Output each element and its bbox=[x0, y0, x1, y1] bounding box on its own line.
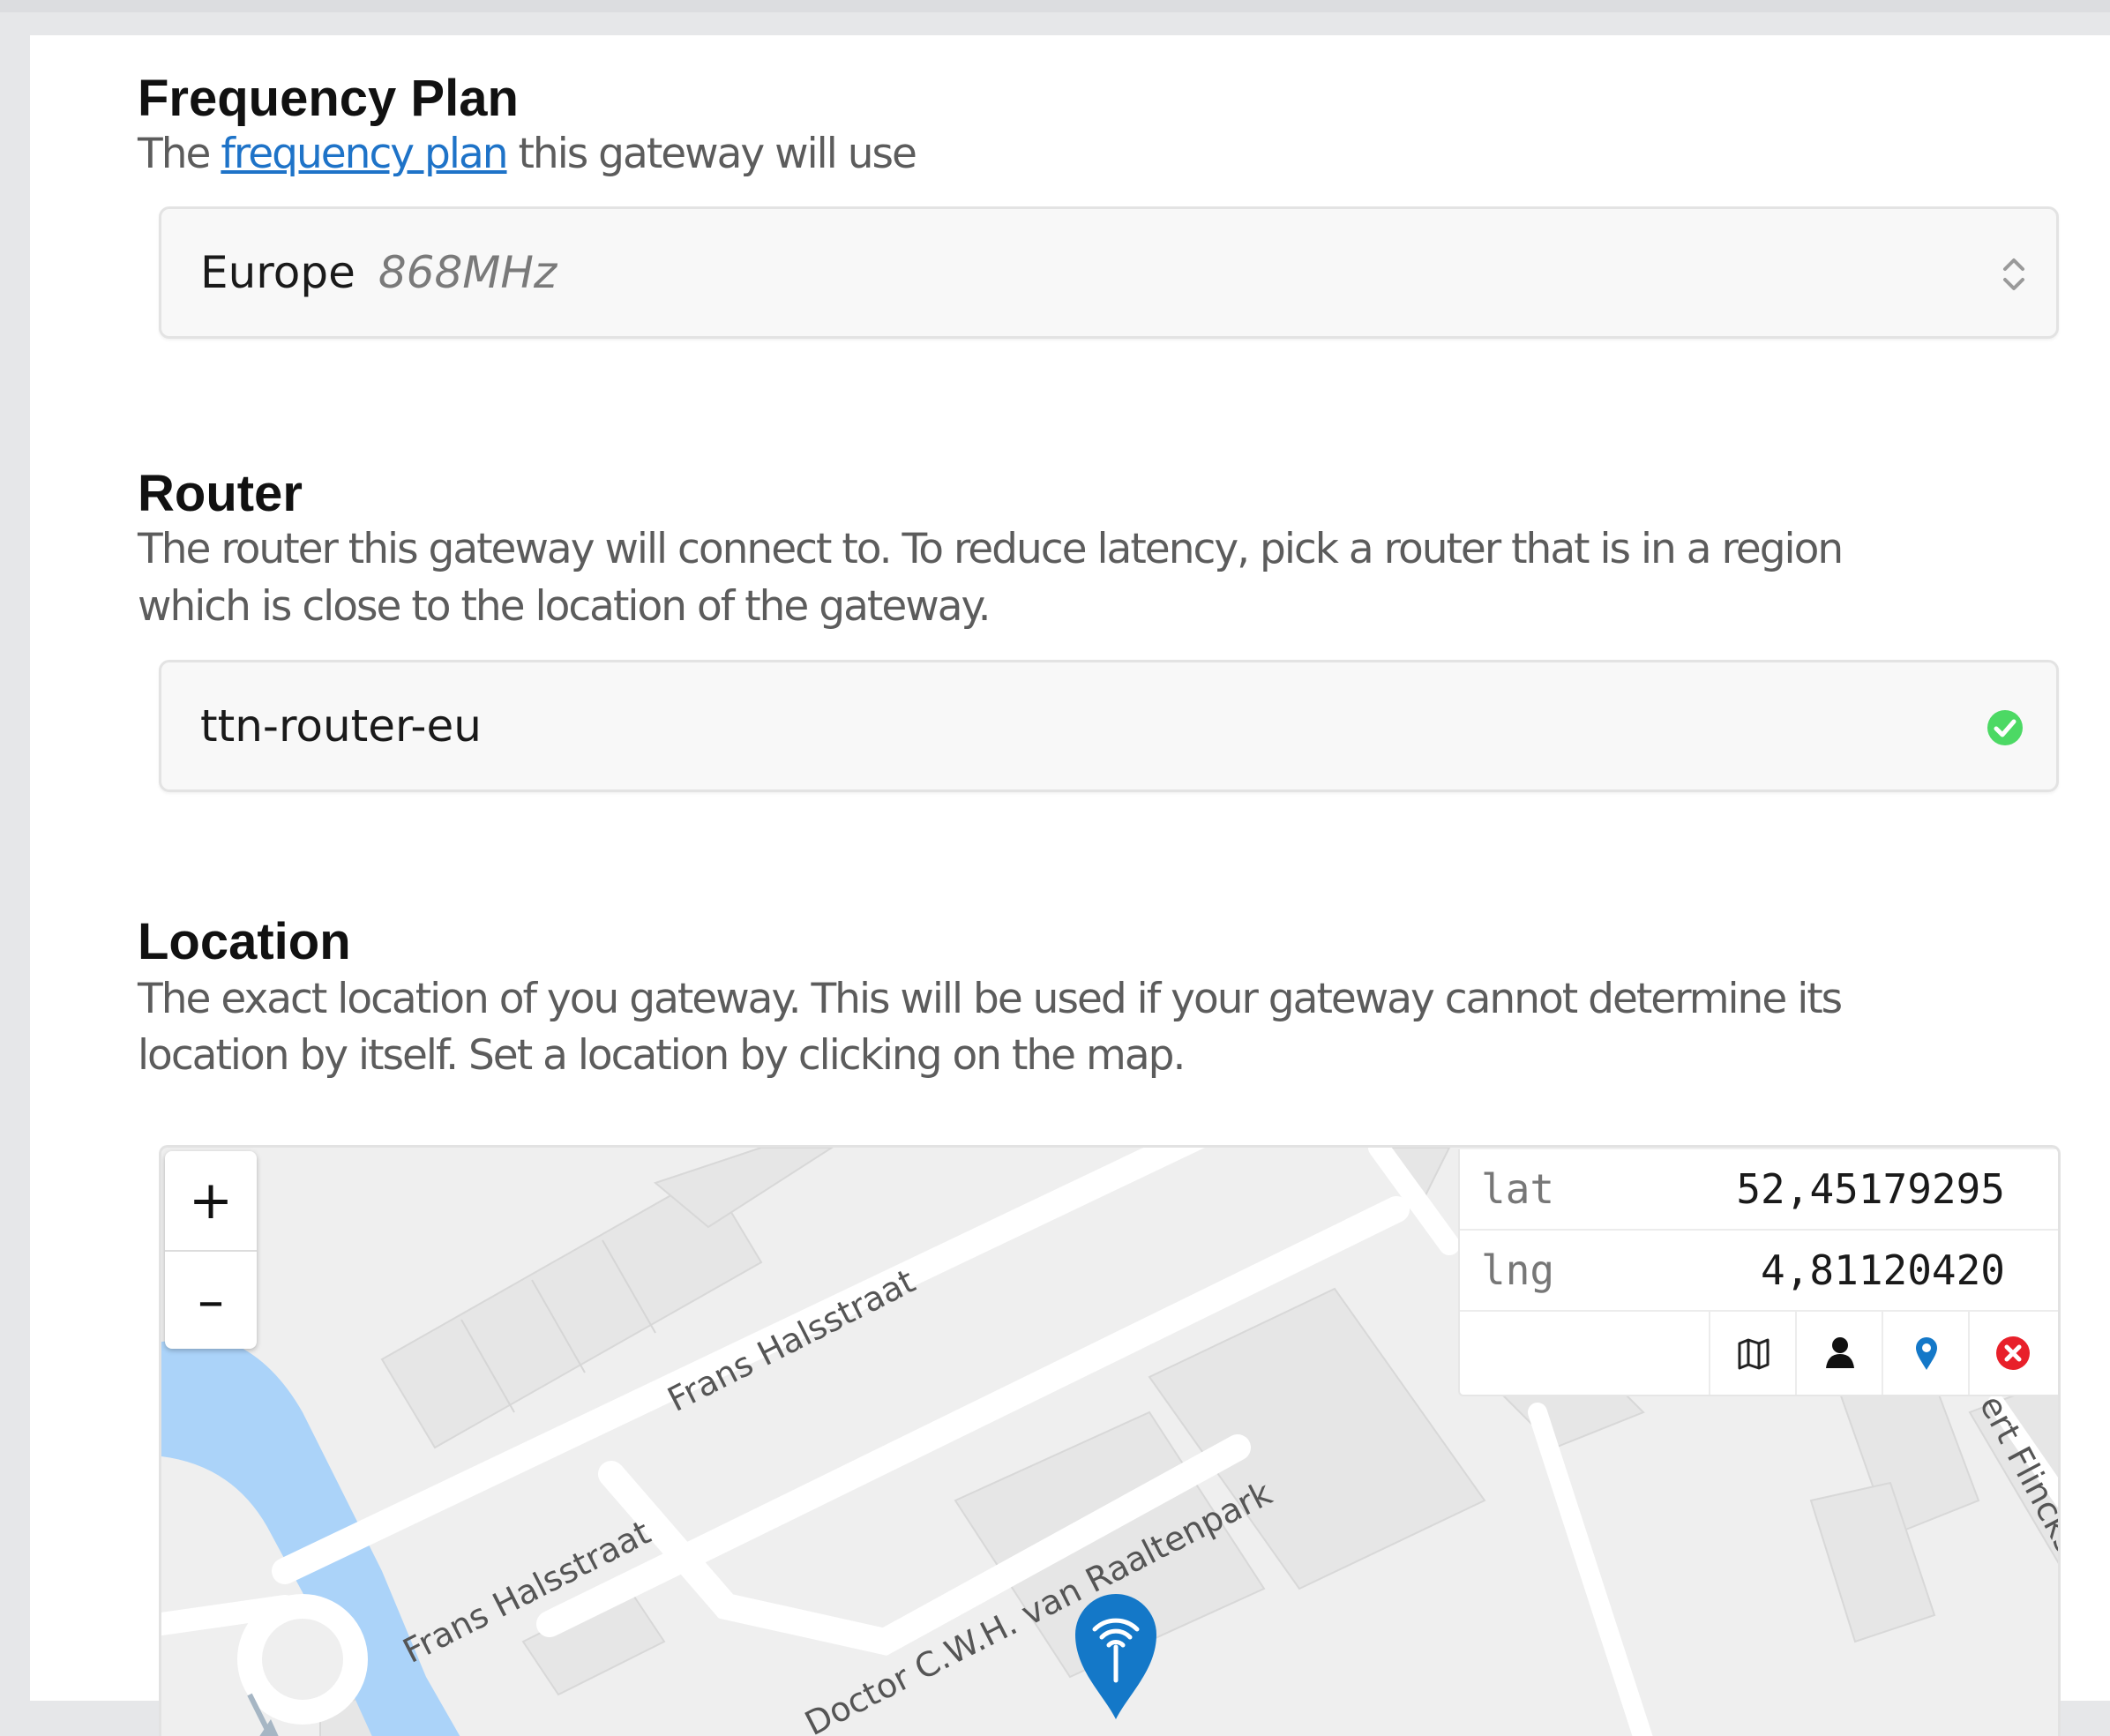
check-circle-icon bbox=[1987, 710, 2023, 745]
frequency-plan-select[interactable]: Europe 868MHz bbox=[159, 206, 2059, 339]
router-input[interactable]: ttn-router-eu bbox=[159, 660, 2059, 792]
top-band bbox=[0, 0, 2110, 12]
frequency-plan-link[interactable]: frequency plan bbox=[221, 130, 508, 178]
gateway-settings-card: Frequency Plan The frequency plan this g… bbox=[30, 35, 2110, 1736]
frequency-plan-band: 868MHz bbox=[378, 247, 557, 298]
router-description-line-1: The router this gateway will connect to.… bbox=[138, 525, 1844, 573]
router-description-line-2: which is close to the location of the ga… bbox=[138, 582, 991, 631]
lng-value[interactable]: 4,81120420 bbox=[1761, 1231, 2005, 1310]
close-icon bbox=[1996, 1336, 2030, 1370]
zoom-in-button[interactable]: + bbox=[165, 1151, 257, 1250]
frequency-plan-selected: Europe 868MHz bbox=[200, 209, 557, 336]
frequency-plan-heading: Frequency Plan bbox=[138, 70, 519, 127]
chevron-up-down-icon bbox=[2003, 258, 2024, 290]
clear-location-button[interactable] bbox=[1968, 1312, 2056, 1395]
map-icon bbox=[1738, 1338, 1770, 1370]
lat-row: lat 52,45179295 bbox=[1460, 1149, 2058, 1231]
location-map[interactable]: Frans Halsstraat Frans Halsstraat Doctor… bbox=[159, 1145, 2061, 1736]
gateway-marker-icon[interactable] bbox=[1072, 1589, 1160, 1721]
router-value: ttn-router-eu bbox=[200, 700, 482, 752]
location-heading: Location bbox=[138, 913, 351, 970]
lng-row: lng 4,81120420 bbox=[1460, 1231, 2058, 1312]
pin-icon bbox=[1916, 1337, 1937, 1370]
coordinates-panel: lat 52,45179295 lng 4,81120420 bbox=[1458, 1149, 2058, 1396]
person-icon bbox=[1826, 1337, 1854, 1368]
set-marker-button[interactable] bbox=[1882, 1312, 1970, 1395]
lat-value[interactable]: 52,45179295 bbox=[1736, 1149, 2005, 1229]
frequency-plan-desc-after: this gateway will use bbox=[518, 130, 917, 178]
map-view-button[interactable] bbox=[1709, 1312, 1797, 1395]
location-description-line-2: location by itself. Set a location by cl… bbox=[138, 1031, 1186, 1080]
location-description-line-1: The exact location of you gateway. This … bbox=[138, 975, 1843, 1023]
zoom-control: + – bbox=[165, 1151, 257, 1349]
lng-label: lng bbox=[1481, 1246, 1555, 1294]
router-heading: Router bbox=[138, 465, 303, 522]
frequency-plan-desc-before: The bbox=[138, 130, 211, 178]
my-location-button[interactable] bbox=[1795, 1312, 1883, 1395]
lat-label: lat bbox=[1481, 1165, 1555, 1213]
frequency-plan-description: The frequency plan this gateway will use bbox=[138, 125, 917, 183]
frequency-plan-region: Europe bbox=[200, 247, 355, 298]
zoom-out-button[interactable]: – bbox=[165, 1250, 257, 1351]
